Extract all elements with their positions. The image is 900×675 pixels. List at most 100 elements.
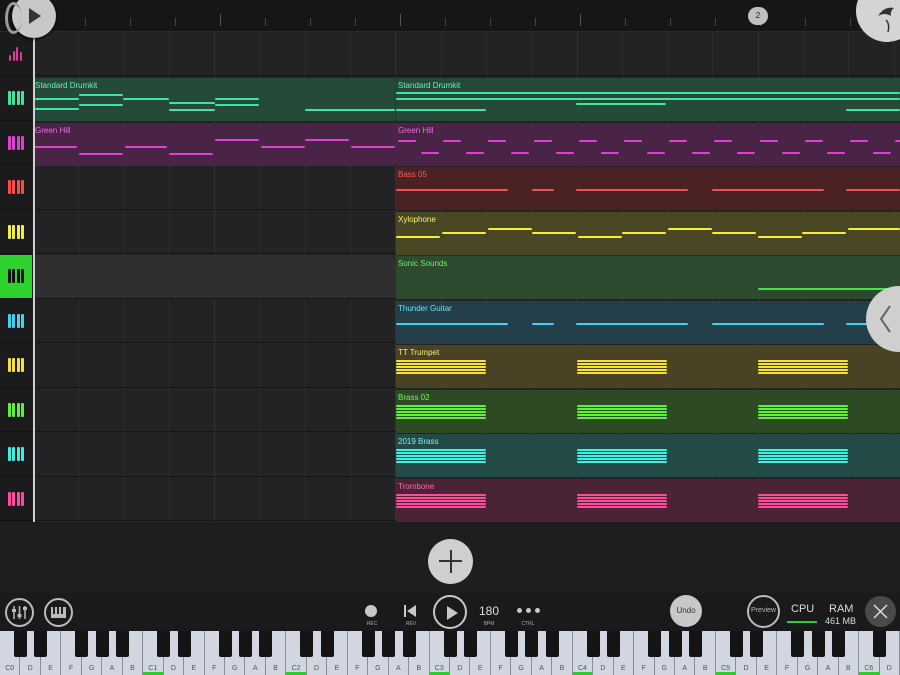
drum-icon: [9, 46, 23, 61]
app-logo-button[interactable]: [856, 0, 900, 42]
bpm-value[interactable]: 180: [474, 604, 504, 618]
close-icon: [873, 604, 888, 619]
ruler-tick: [670, 18, 671, 26]
piano-black-key[interactable]: [13, 631, 27, 657]
track-header[interactable]: [0, 433, 32, 477]
note: [577, 417, 667, 419]
piano-black-key[interactable]: [361, 631, 375, 657]
piano-black-key[interactable]: [545, 631, 559, 657]
key-label: G: [232, 665, 238, 672]
key-label: D: [27, 665, 33, 672]
track-header[interactable]: [0, 388, 32, 432]
undo-button[interactable]: Undo: [670, 595, 702, 627]
track-header[interactable]: [0, 121, 32, 165]
play-button[interactable]: [433, 595, 467, 629]
piano-black-key[interactable]: [238, 631, 252, 657]
piano-black-key[interactable]: [832, 631, 846, 657]
piano-black-key[interactable]: [688, 631, 702, 657]
piano-black-key[interactable]: [157, 631, 171, 657]
mixer-button[interactable]: [5, 598, 34, 627]
piano-black-key[interactable]: [320, 631, 334, 657]
note: [758, 494, 848, 496]
clip-green-hill-b[interactable]: Green Hill: [396, 123, 900, 166]
piano-black-key[interactable]: [873, 631, 887, 657]
note: [758, 405, 848, 407]
ruler-tick: [400, 14, 401, 26]
key-label: E: [621, 665, 626, 672]
track-header[interactable]: [0, 477, 32, 521]
piano-black-key[interactable]: [791, 631, 805, 657]
piano-black-key[interactable]: [95, 631, 109, 657]
piano-keyboard[interactable]: C0 D E F G A B C1 D E F G A B C2 D E F G A B C3 D E F G A B C4 D E F G A B…: [0, 631, 900, 675]
clip-sonic-sounds[interactable]: Sonic Sounds: [396, 256, 900, 299]
piano-black-key[interactable]: [443, 631, 457, 657]
piano-black-key[interactable]: [648, 631, 662, 657]
clip-xylophone[interactable]: Xylophone: [396, 212, 900, 255]
piano-black-key[interactable]: [402, 631, 416, 657]
piano-black-key[interactable]: [259, 631, 273, 657]
transport-toolbar: REC REV 180 BPM CTRL Undo Preview CPU RA…: [0, 593, 900, 631]
ruler-tick: [805, 18, 806, 26]
key-label: F: [212, 665, 217, 672]
piano-black-key[interactable]: [525, 631, 539, 657]
record-button[interactable]: [365, 605, 377, 617]
bird-logo-icon: [878, 7, 894, 33]
piano-black-key[interactable]: [729, 631, 743, 657]
piano-black-key[interactable]: [75, 631, 89, 657]
track-header[interactable]: [0, 77, 32, 121]
piano-black-key[interactable]: [463, 631, 477, 657]
rewind-icon[interactable]: [402, 604, 418, 618]
clip-standard-drumkit-b[interactable]: Standard Drumkit: [396, 78, 900, 121]
key-label: D: [170, 665, 176, 672]
note: [758, 411, 848, 413]
piano-black-key[interactable]: [300, 631, 314, 657]
key-label: F: [784, 665, 790, 672]
note: [396, 500, 486, 502]
track-header[interactable]: [0, 32, 32, 76]
piano-black-key[interactable]: [382, 631, 396, 657]
timeline-ruler[interactable]: 2: [0, 0, 900, 32]
piano-black-key[interactable]: [116, 631, 130, 657]
track-header[interactable]: [0, 166, 32, 210]
clip-brass-02[interactable]: Brass 02: [396, 390, 900, 433]
track-header[interactable]: [0, 344, 32, 388]
note: [396, 452, 486, 454]
piano-black-key[interactable]: [177, 631, 191, 657]
note: [646, 152, 665, 154]
track-header[interactable]: [0, 299, 32, 343]
track-header[interactable]: [0, 254, 32, 299]
piano-black-key[interactable]: [811, 631, 825, 657]
clip-green-hill-a[interactable]: Green Hill: [33, 123, 395, 166]
clip-tt-trumpet[interactable]: TT Trumpet: [396, 345, 900, 388]
clip-2019-brass[interactable]: 2019 Brass: [396, 434, 900, 477]
piano-black-key[interactable]: [750, 631, 764, 657]
ruler-tick: [130, 18, 131, 26]
piano-black-key[interactable]: [218, 631, 232, 657]
key-label: B: [559, 665, 565, 672]
clip-bass-05[interactable]: Bass 05: [396, 167, 900, 210]
track-lane[interactable]: [33, 32, 900, 76]
piano-black-key[interactable]: [34, 631, 48, 657]
preview-button[interactable]: Preview: [747, 595, 780, 628]
piano-black-key[interactable]: [668, 631, 682, 657]
piano-black-key[interactable]: [586, 631, 600, 657]
bar-marker[interactable]: 2: [748, 7, 768, 25]
ctrl-icon[interactable]: [517, 608, 541, 614]
piano-roll-button[interactable]: [44, 598, 73, 627]
chevron-left-icon: [879, 305, 891, 333]
close-button[interactable]: [865, 596, 896, 627]
arrangement-grid[interactable]: Standard Drumkit Standard Drumkit Green …: [33, 32, 900, 522]
piano-black-key[interactable]: [607, 631, 621, 657]
note: [714, 140, 733, 142]
playhead[interactable]: [33, 0, 35, 522]
add-track-button[interactable]: [428, 539, 473, 584]
note: [758, 506, 848, 508]
ruler-tick: [535, 18, 536, 26]
track-header-column: [0, 32, 32, 522]
note: [758, 408, 848, 410]
clip-trombone[interactable]: Trombone: [396, 479, 900, 522]
clip-standard-drumkit-a[interactable]: Standard Drumkit: [33, 78, 395, 121]
piano-black-key[interactable]: [504, 631, 518, 657]
track-header[interactable]: [0, 210, 32, 254]
clip-thunder-guitar[interactable]: Thunder Guitar: [396, 301, 900, 344]
